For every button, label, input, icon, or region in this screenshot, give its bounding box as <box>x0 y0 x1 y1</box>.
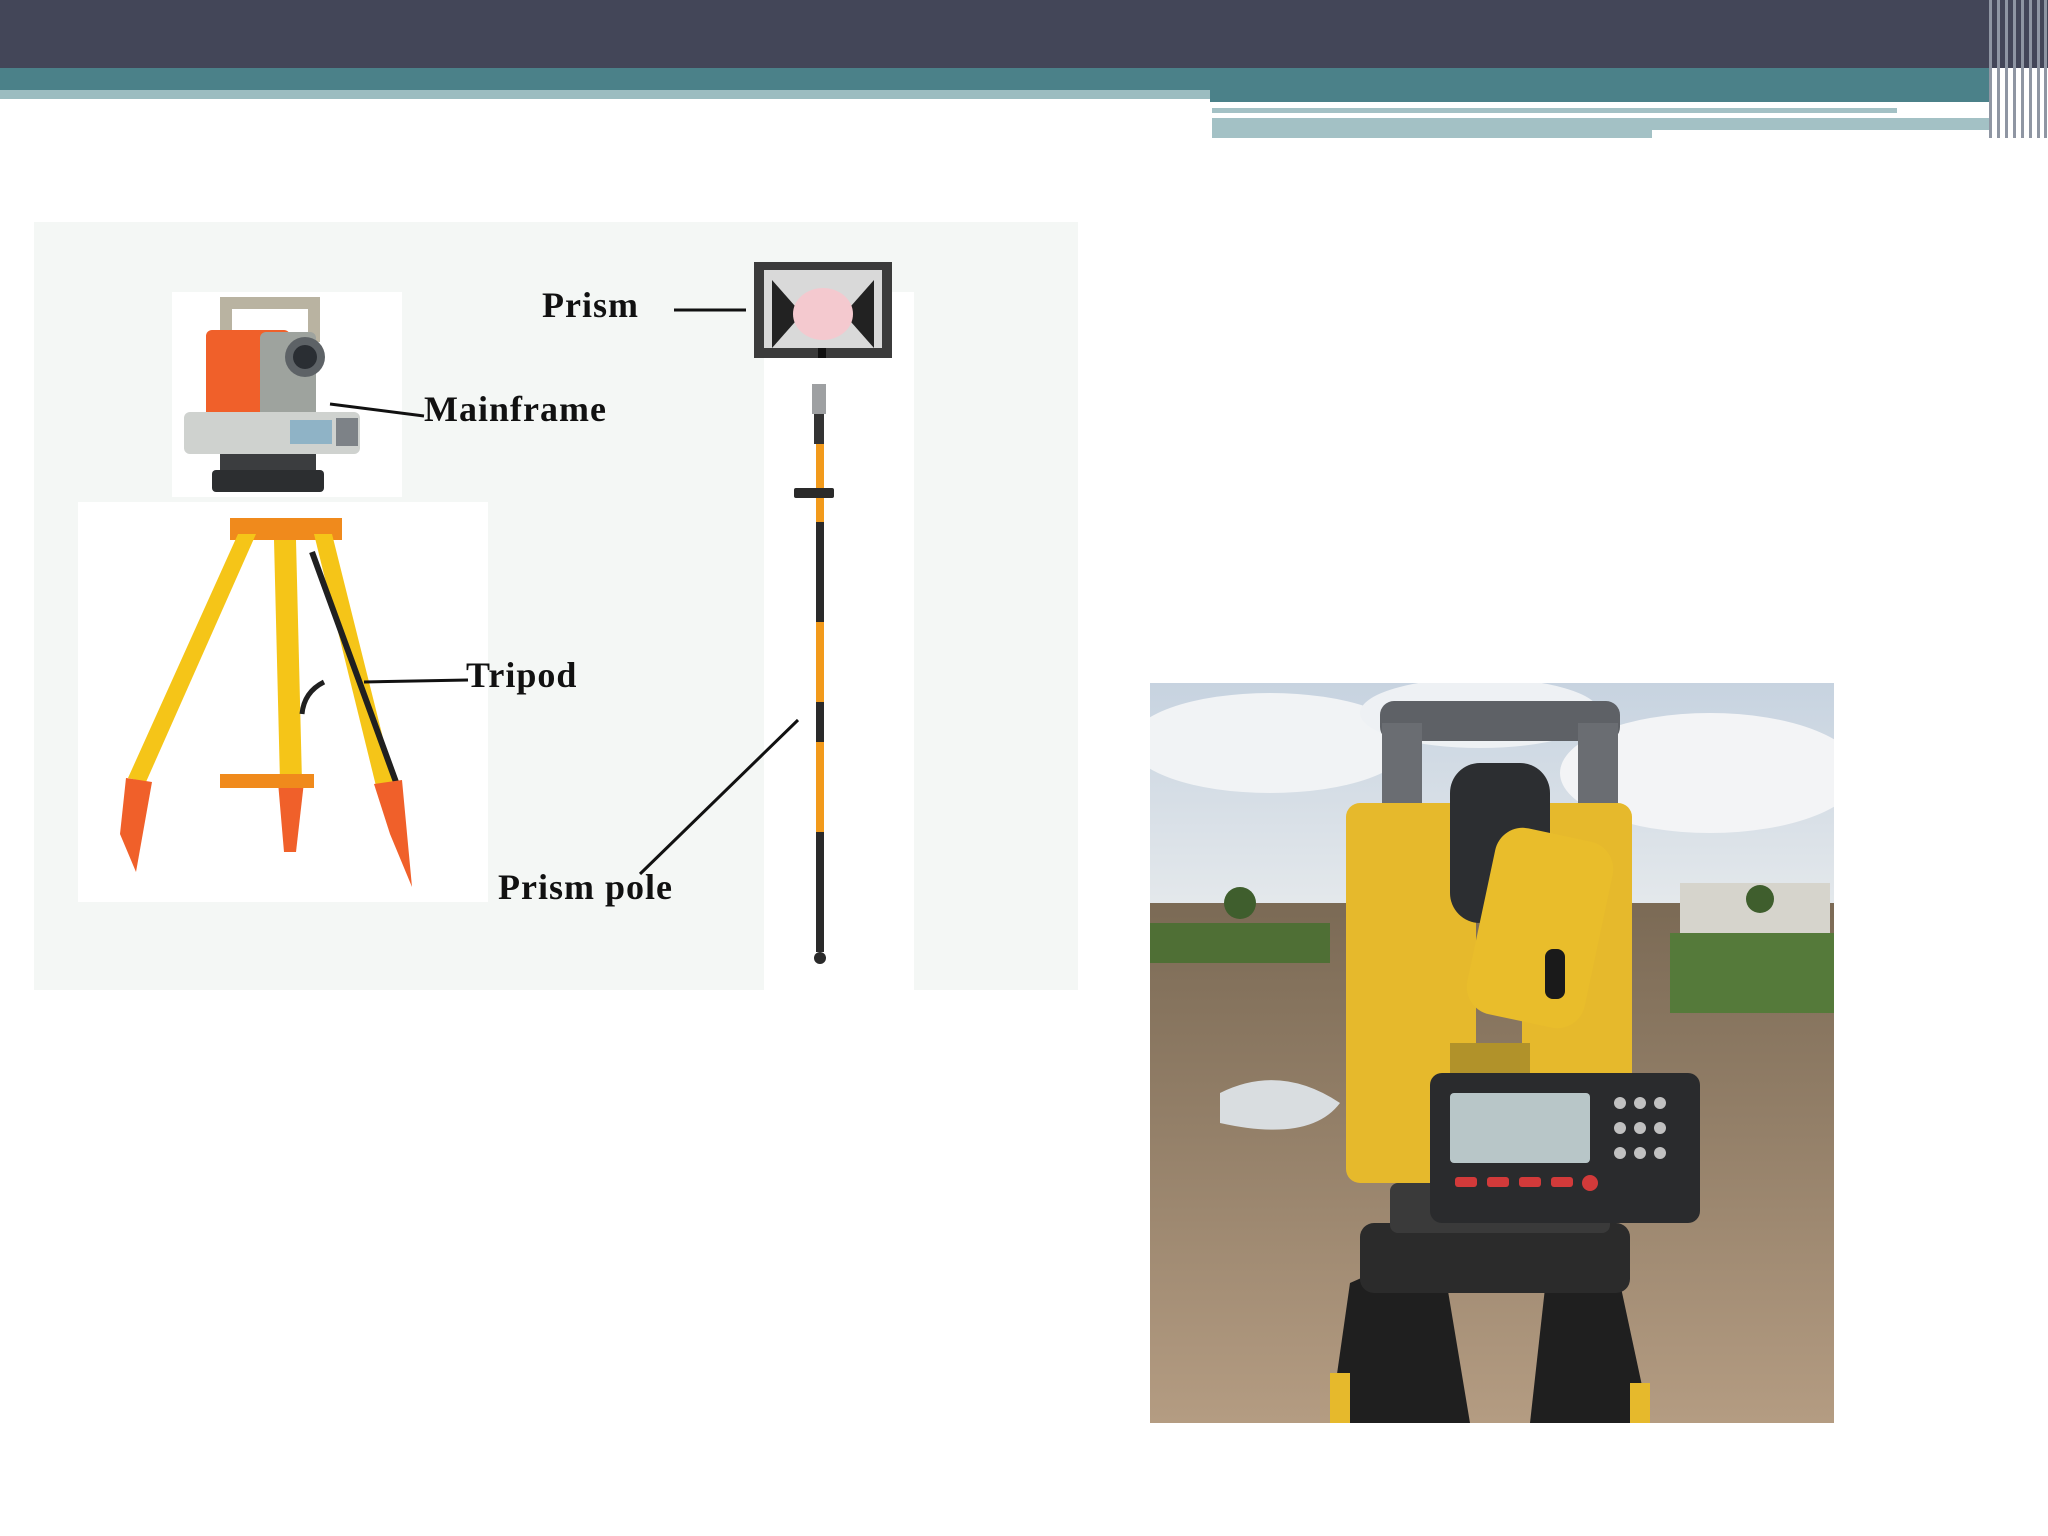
tripod-label: Tripod <box>466 655 578 695</box>
mainframe-label: Mainframe <box>424 389 607 429</box>
header-stripes <box>1985 0 2048 138</box>
prism-pole-label: Prism pole <box>498 867 673 907</box>
header-light-bar <box>0 90 1210 99</box>
prism-icon <box>754 262 892 358</box>
field-photo <box>1150 683 1834 1423</box>
prism-label: Prism <box>542 285 639 325</box>
header-accent-line <box>1212 108 1897 113</box>
header-dark-bar <box>0 0 2048 68</box>
header-teal-bar <box>0 68 1990 90</box>
equipment-figure: Prism Mainframe Tripod Prism pole <box>34 222 1078 990</box>
header-teal-bar-right <box>1210 90 1990 102</box>
header-accent-line <box>1212 118 1652 138</box>
header-accent-line <box>1652 118 1990 130</box>
